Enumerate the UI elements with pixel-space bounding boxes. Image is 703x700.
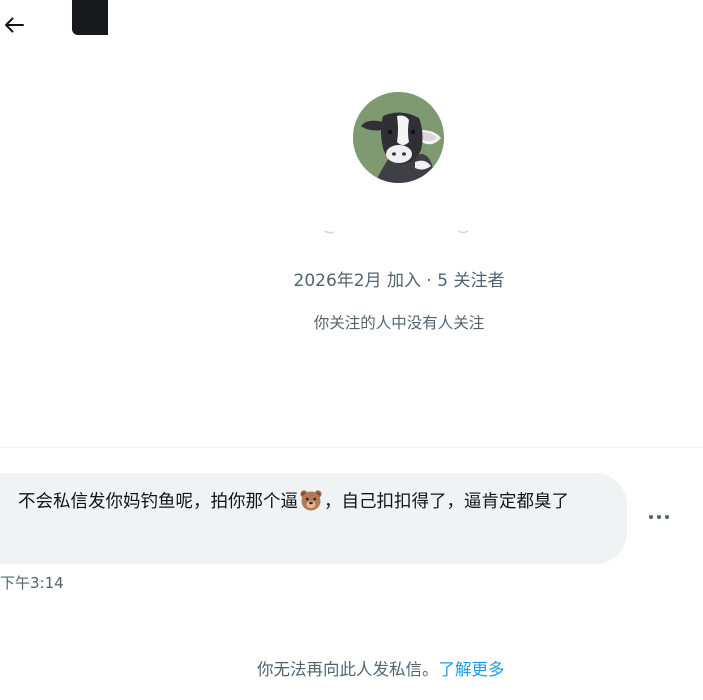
message-text-part-1: 不会私信发你妈钓鱼呢，拍你那个逼 xyxy=(18,492,298,512)
followers-label[interactable]: 关注者 xyxy=(448,271,504,291)
divider xyxy=(0,447,703,448)
dm-conversation-page: 2026年2月 加入 · 5 关注者 你关注的人中没有人关注 不会私信发你妈钓鱼… xyxy=(0,0,703,700)
message-text-part-2: ，自己扣扣得了，逼肯定都臭了 xyxy=(324,492,569,512)
notice-text: 你无法再向此人发私信。 xyxy=(257,660,439,679)
mutual-followers-note: 你关注的人中没有人关注 xyxy=(313,314,485,332)
redaction-block xyxy=(72,0,108,35)
avatar[interactable] xyxy=(353,92,444,183)
profile-meta-line: 2026年2月 加入 · 5 关注者 xyxy=(0,266,703,291)
more-horizontal-icon xyxy=(649,515,669,519)
bear-face-icon xyxy=(299,488,323,512)
display-name-remnant xyxy=(324,230,469,234)
message-bubble[interactable]: 不会私信发你妈钓鱼呢，拍你那个逼 ，自己扣扣得了，逼肯定都臭了 xyxy=(0,473,627,564)
back-button[interactable] xyxy=(0,10,28,40)
joined-date: 2026年2月 加入 xyxy=(293,271,422,291)
cow-avatar-image xyxy=(353,92,444,183)
message-timestamp: 下午3:14 xyxy=(0,574,64,592)
more-options-button[interactable] xyxy=(644,506,674,528)
learn-more-link[interactable]: 了解更多 xyxy=(439,660,505,679)
arrow-left-icon xyxy=(5,17,24,33)
meta-separator: · xyxy=(421,271,438,291)
dm-disabled-notice: 你无法再向此人发私信。了解更多 xyxy=(257,656,505,680)
followers-count[interactable]: 5 xyxy=(437,271,448,291)
